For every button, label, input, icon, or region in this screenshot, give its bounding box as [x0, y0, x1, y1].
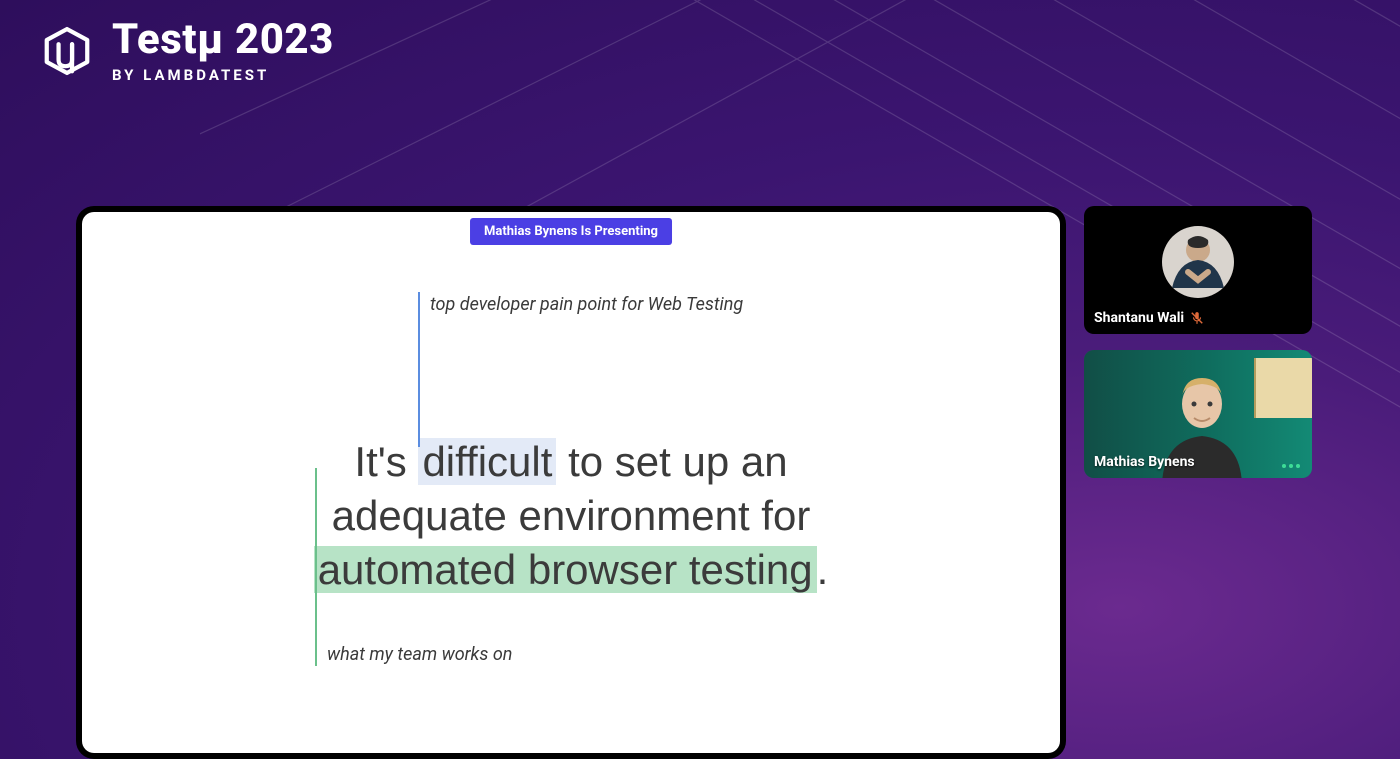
headline-part: It's: [354, 438, 418, 485]
slide-headline: It's difficult to set up an adequate env…: [122, 435, 1020, 596]
presentation-frame[interactable]: Mathias Bynens Is Presenting top develop…: [76, 206, 1066, 759]
event-logo: Testμ 2023 BY LAMBDATEST: [40, 18, 334, 84]
participant-tile[interactable]: Mathias Bynens: [1084, 350, 1312, 478]
headline-highlight-blue: difficult: [418, 438, 556, 485]
slide: Mathias Bynens Is Presenting top develop…: [82, 212, 1060, 753]
bottom-rule: [315, 468, 317, 666]
event-title: Testμ 2023: [112, 18, 334, 62]
stage-root: Testμ 2023 BY LAMBDATEST Mathias Bynens …: [0, 0, 1400, 759]
logo-icon: [40, 24, 94, 78]
speaking-indicator-icon: [1282, 464, 1300, 468]
video-background-panel: [1254, 358, 1312, 418]
headline-part: adequate environment for: [332, 492, 811, 539]
slide-bottom-caption: what my team works on: [327, 644, 512, 665]
presenter-banner: Mathias Bynens Is Presenting: [470, 218, 672, 245]
mic-muted-icon: [1190, 311, 1204, 325]
top-rule: [418, 292, 420, 447]
avatar: [1162, 226, 1234, 298]
participant-name: Shantanu Wali: [1094, 310, 1184, 326]
event-byline: BY LAMBDATEST: [112, 66, 334, 84]
slide-top-caption: top developer pain point for Web Testing: [418, 292, 1020, 315]
headline-part: .: [817, 546, 829, 593]
headline-part: to set up an: [556, 438, 787, 485]
participant-tile[interactable]: Shantanu Wali: [1084, 206, 1312, 334]
participant-name: Mathias Bynens: [1094, 454, 1195, 470]
headline-highlight-green: automated browser testing: [314, 546, 817, 593]
